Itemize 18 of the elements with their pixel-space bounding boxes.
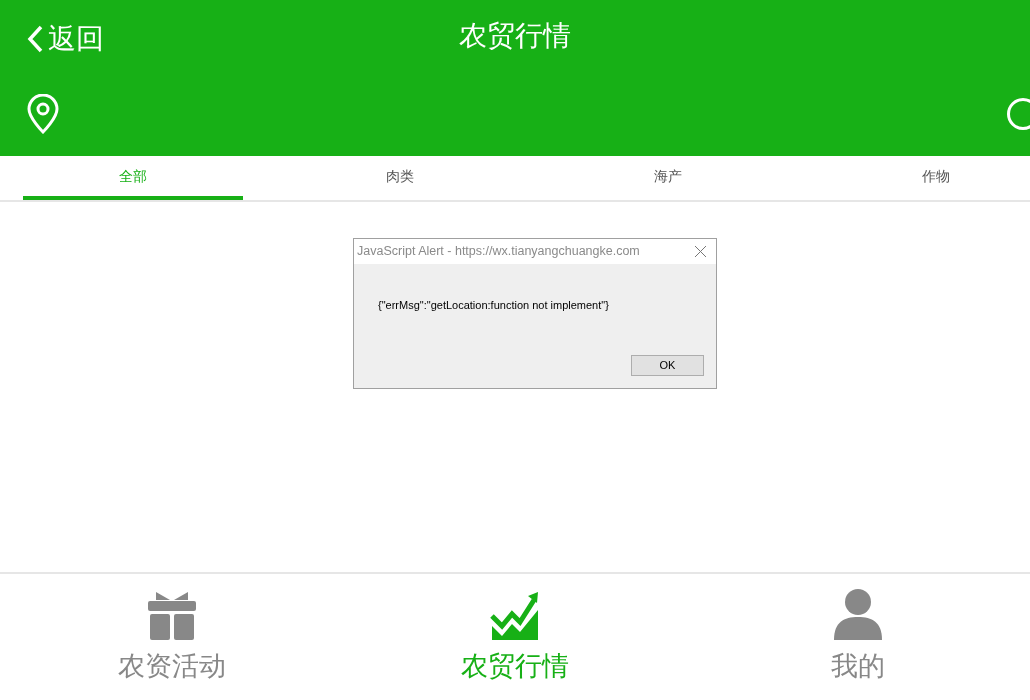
ok-button[interactable]: OK — [631, 355, 704, 376]
category-tab[interactable]: 作物 — [802, 156, 1030, 200]
chevron-left-icon — [26, 24, 44, 54]
search-icon[interactable] — [1005, 96, 1030, 132]
user-icon — [832, 588, 885, 640]
category-tab[interactable]: 全部 — [23, 156, 243, 200]
nav-item[interactable]: 农贸行情 — [343, 574, 687, 700]
nav-item[interactable]: 我的 — [686, 574, 1030, 700]
nav-item[interactable]: 农资活动 — [0, 574, 344, 700]
dialog-title: JavaScript Alert - https://wx.tianyangchuangke.com — [357, 243, 640, 261]
category-tab[interactable]: 肉类 — [266, 156, 534, 200]
alert-message: {"errMsg":"getLocation:function not implement"} — [378, 299, 609, 311]
category-tab[interactable]: 海产 — [534, 156, 802, 200]
page-title: 农贸行情 — [459, 19, 571, 53]
close-icon[interactable] — [695, 246, 706, 257]
back-button[interactable]: 返回 — [26, 18, 104, 60]
location-pin-icon[interactable] — [26, 94, 60, 134]
chart-icon — [490, 592, 540, 640]
